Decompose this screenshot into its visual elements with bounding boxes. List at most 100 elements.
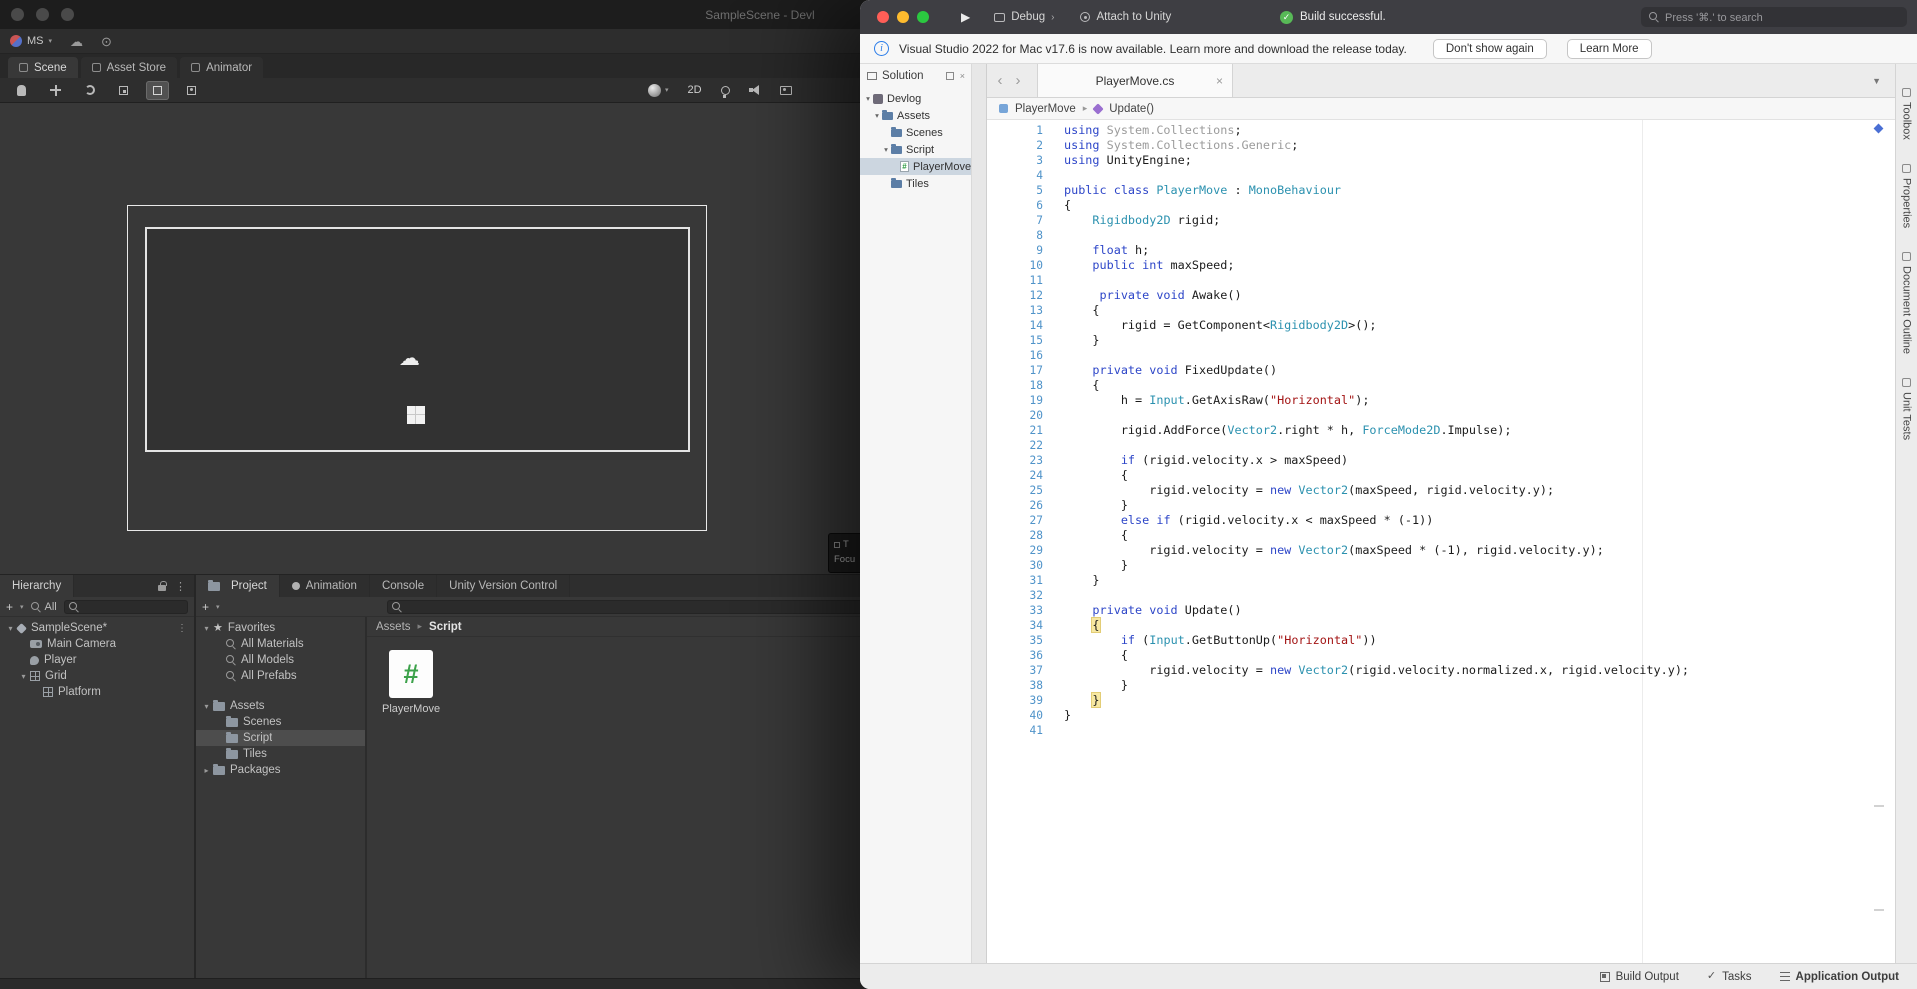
more-menu-icon[interactable]: ⋮ [175,580,186,593]
hierarchy-search-input[interactable] [63,599,188,614]
tab-list-dropdown-icon[interactable]: ▼ [1872,76,1895,86]
line-number: 38 [1029,679,1043,692]
tab-animator[interactable]: Animator [180,57,264,78]
tab-asset-store[interactable]: Asset Store [80,57,178,78]
view-tool[interactable] [10,81,33,100]
project-item-all-materials[interactable]: All Materials [196,636,365,652]
item-label: Packages [230,764,281,776]
hierarchy-item-samplescene[interactable]: ▾ SampleScene* ⋮ [0,620,194,636]
expander-icon[interactable]: ▾ [881,145,891,154]
tab-unity-version-control[interactable]: Unity Version Control [437,575,571,597]
audio-toggle-icon[interactable] [748,85,761,95]
zoom-icon[interactable] [917,11,929,23]
move-tool[interactable] [44,81,67,100]
pane-splitter[interactable] [972,64,987,963]
statusbar-tasks[interactable]: ✓ Tasks [1707,971,1752,983]
solution-item-playermove[interactable]: PlayerMove [860,158,971,175]
solution-item-scenes[interactable]: Scenes [860,124,971,141]
search-icon [30,601,41,612]
player-sprite[interactable] [407,406,425,424]
project-item-all-models[interactable]: All Models [196,652,365,668]
shading-mode-dropdown[interactable]: ▾ [648,83,669,97]
tab-scene[interactable]: Scene [8,57,78,78]
project-item-script[interactable]: Script [196,730,365,746]
rect-tool[interactable] [146,80,169,100]
tab-label: Scene [34,61,67,74]
solution-item-tiles[interactable]: Tiles [860,175,971,192]
expander-icon[interactable]: ▾ [863,94,873,103]
code-text: private void Awake() [1099,288,1242,302]
tab-animation[interactable]: Animation [280,575,370,597]
expander-icon[interactable]: ▾ [4,624,17,633]
transform-tool[interactable] [180,81,203,100]
breadcrumb-playermove[interactable]: PlayerMove [1015,103,1076,115]
expander-icon[interactable]: ▸ [200,766,213,775]
statusbar-build-output[interactable]: Build Output [1599,971,1679,983]
solution-pad-header[interactable]: Solution × [860,64,971,88]
breadcrumb-root[interactable]: Assets [376,621,411,633]
close-icon[interactable] [877,11,889,23]
tab-hierarchy[interactable]: Hierarchy [0,575,75,597]
hierarchy-item-grid[interactable]: ▾ Grid [0,668,194,684]
solution-item-script[interactable]: ▾ Script [860,141,971,158]
nav-back-button[interactable]: ‹ [991,64,1009,97]
tab-project[interactable]: Project [196,575,280,597]
tab-icon [19,63,28,72]
2d-toggle[interactable]: 2D [688,84,702,96]
lock-icon[interactable] [158,580,167,591]
project-item-packages[interactable]: ▸ Packages [196,762,365,778]
expander-icon[interactable]: ▾ [17,672,30,681]
project-item-tiles[interactable]: Tiles [196,746,365,762]
lighting-toggle-icon[interactable] [720,85,730,98]
solution-item-assets[interactable]: ▾ Assets [860,107,971,124]
dock-icon[interactable] [945,72,954,80]
project-item-scenes[interactable]: Scenes [196,714,365,730]
learn-more-button[interactable]: Learn More [1566,38,1652,59]
expander-icon[interactable]: ▾ [200,624,213,633]
services-icon[interactable]: ⊙ [101,35,112,48]
close-tab-icon[interactable]: × [1216,74,1223,88]
add-asset-button[interactable]: + [202,600,209,614]
statusbar-application-output[interactable]: Application Output [1779,971,1899,983]
hierarchy-item-player[interactable]: Player [0,652,194,668]
run-button[interactable]: ▶ [961,10,970,24]
effects-toggle-icon[interactable] [779,85,792,95]
global-search-input[interactable]: Press '⌘.' to search [1641,7,1907,27]
cloud-icon[interactable]: ☁ [70,35,83,48]
more-menu-icon[interactable]: ⋮ [177,623,187,634]
hierarchy-item-main-camera[interactable]: Main Camera [0,636,194,652]
minimize-icon[interactable] [897,11,909,23]
pad-tab-properties[interactable]: Properties [1901,163,1913,228]
breadcrumb-current[interactable]: Script [429,621,462,633]
close-icon[interactable]: × [960,71,965,81]
code-line: 41 [987,723,1895,738]
project-item-all-prefabs[interactable]: All Prefabs [196,668,365,684]
attach-to-unity-dropdown[interactable]: Attach to Unity [1080,11,1171,23]
pad-tab-toolbox[interactable]: Toolbox [1901,88,1913,140]
pad-tab-document-outline[interactable]: Document Outline [1901,252,1913,354]
pad-tab-unit-tests[interactable]: Unit Tests [1901,378,1913,440]
project-item-assets[interactable]: ▾ Assets [196,698,365,714]
search-filter-all[interactable]: All [30,601,57,613]
expander-icon[interactable]: ▾ [872,111,882,120]
add-object-button[interactable]: + [6,600,13,614]
account-menu[interactable]: MS ▾ [10,35,52,47]
nav-forward-button[interactable]: › [1009,64,1027,97]
tab-playermove-cs[interactable]: PlayerMove.cs × [1037,64,1233,97]
tab-console[interactable]: Console [370,575,438,597]
dont-show-again-button[interactable]: Don't show again [1432,38,1547,59]
hierarchy-item-platform[interactable]: Platform [0,684,194,700]
expander-icon[interactable]: ▾ [200,702,213,711]
asset-playermove[interactable]: # PlayerMove [382,650,440,715]
code-line: 9 float h; [987,243,1895,258]
rotate-tool[interactable] [78,81,101,100]
line-number: 24 [1029,469,1043,482]
project-item-favorites[interactable]: ▾ ★ Favorites [196,620,365,636]
breadcrumb-update[interactable]: Update() [1109,103,1154,115]
cloud-sprite[interactable]: ☁ [399,346,420,370]
scale-tool[interactable] [112,81,135,100]
code-editor[interactable]: 1 using System.Collections; 2 using System.… [987,120,1895,963]
solution-item-devlog[interactable]: ▾ Devlog [860,90,971,107]
debug-target-dropdown[interactable]: Debug › [994,11,1054,23]
vs-titlebar[interactable]: ▶ Debug › Attach to Unity Build successf… [860,0,1917,34]
